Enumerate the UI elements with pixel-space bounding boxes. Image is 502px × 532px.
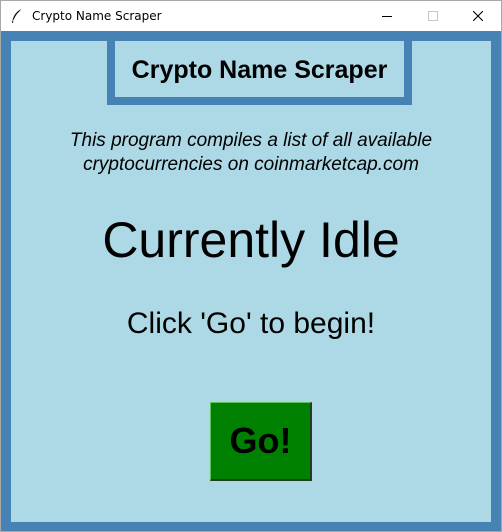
main-panel: Crypto Name Scraper This program compile… — [11, 41, 491, 522]
title-bar[interactable]: Crypto Name Scraper — [1, 1, 501, 31]
maximize-icon — [428, 11, 438, 21]
maximize-button[interactable] — [410, 1, 456, 31]
minimize-icon — [382, 16, 392, 17]
window-title: Crypto Name Scraper — [32, 9, 162, 23]
app-title: Crypto Name Scraper — [131, 56, 388, 84]
description-text: This program compiles a list of all avai… — [31, 129, 471, 177]
close-icon — [473, 11, 483, 21]
go-button[interactable]: Go! — [210, 402, 312, 481]
description-line-1: This program compiles a list of all avai… — [69, 130, 433, 151]
close-button[interactable] — [455, 1, 501, 31]
feather-icon — [10, 8, 24, 24]
instruction-label: Click 'Go' to begin! — [126, 307, 376, 340]
title-frame: Crypto Name Scraper — [107, 41, 412, 105]
description-line-2: cryptocurrencies on coinmarketcap.com — [83, 154, 419, 175]
client-area: Crypto Name Scraper This program compile… — [1, 31, 501, 531]
status-label: Currently Idle — [102, 212, 400, 268]
app-window: Crypto Name Scraper Crypto Name Scraper … — [0, 0, 502, 532]
minimize-button[interactable] — [364, 1, 410, 31]
